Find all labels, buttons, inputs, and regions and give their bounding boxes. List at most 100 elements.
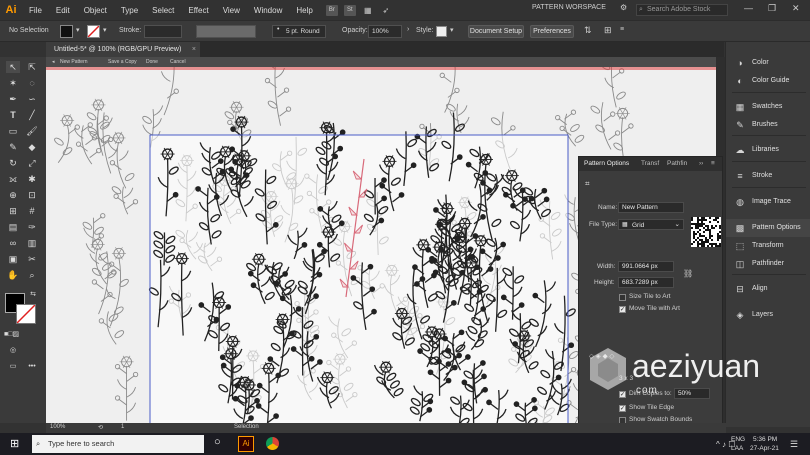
illustrator-taskbar-icon[interactable]: Ai [238, 436, 254, 452]
brush-definition-dropdown[interactable]: • 5 pt. Round [272, 25, 326, 38]
rectangle-tool-icon[interactable]: ▭ [6, 125, 20, 137]
draw-mode-icon[interactable]: ◎ [6, 345, 20, 357]
type-tool-icon[interactable]: T [6, 109, 20, 121]
tile-tool-icon[interactable]: ⌗ [585, 179, 590, 189]
dock-item-pattern-options[interactable]: ▩ Pattern Options [726, 219, 810, 237]
fill-swatch[interactable] [60, 25, 73, 38]
stock-search-input[interactable]: ⌕ Search Adobe Stock [636, 4, 728, 16]
save-copy-button[interactable]: Save a Copy [108, 59, 137, 65]
eyedropper-tool-icon[interactable]: ✑ [25, 221, 39, 233]
arrange-documents-icon[interactable]: ⇅ [584, 25, 592, 36]
menu-object[interactable]: Object [77, 6, 114, 15]
rotate-tool-icon[interactable]: ↻ [6, 157, 20, 169]
settings-icon[interactable]: ⚙ [620, 3, 627, 12]
tab-pathfinder[interactable]: Pathfin [667, 160, 687, 167]
dock-item-color[interactable]: ◑ Color [726, 54, 810, 72]
perspective-tool-icon[interactable]: ⊞ [6, 205, 20, 217]
done-button[interactable]: Done [146, 59, 158, 65]
link-icon[interactable]: ⛓ [683, 269, 693, 278]
dock-item-swatches[interactable]: ▦ Swatches [726, 98, 810, 116]
expand-panel-icon[interactable]: ›› [699, 160, 703, 167]
pen-tool-icon[interactable]: ✒ [6, 93, 20, 105]
slice-tool-icon[interactable]: ✂ [25, 253, 39, 265]
stock-button[interactable]: St [343, 4, 356, 16]
graph-tool-icon[interactable]: ▥ [25, 237, 39, 249]
style-swatch[interactable] [436, 26, 447, 37]
show-tile-edge-checkbox[interactable]: ✓ [619, 405, 626, 412]
preferences-button[interactable]: Preferences [530, 25, 574, 38]
direct-selection-tool-icon[interactable]: ⇱ [25, 61, 39, 73]
dock-item-pathfinder[interactable]: ◫ Pathfinder [726, 255, 810, 273]
selection-tool-icon[interactable]: ↖ [6, 61, 20, 73]
dock-item-image-trace[interactable]: ◍ Image Trace [726, 193, 810, 211]
tile-type-dropdown[interactable]: ▦ Grid ⌄ [618, 219, 684, 230]
artboard-tool-icon[interactable]: ▣ [6, 253, 20, 265]
back-arrow-icon[interactable]: ◂ [52, 59, 55, 65]
variable-width-profile[interactable] [196, 25, 256, 38]
taskbar-date[interactable]: 27-Apr-21 [750, 445, 779, 452]
opacity-field[interactable]: 100% [368, 25, 402, 38]
chevron-down-icon[interactable]: ▾ [450, 26, 454, 34]
puppet-warp-tool-icon[interactable]: ✱ [25, 173, 39, 185]
close-icon[interactable]: ✕ [792, 3, 800, 14]
scale-tool-icon[interactable]: ⤢ [25, 157, 39, 169]
pattern-name-field[interactable]: New Pattern [618, 202, 684, 213]
height-field[interactable]: 683.7289 px [618, 277, 674, 288]
mesh-tool-icon[interactable]: # [25, 205, 39, 217]
align-icon[interactable]: ⊞ [604, 25, 612, 36]
document-setup-button[interactable]: Document Setup [468, 25, 524, 38]
menu-file[interactable]: File [22, 6, 49, 15]
close-tab-icon[interactable]: × [192, 42, 196, 57]
line-tool-icon[interactable]: ╱ [25, 109, 39, 121]
language-indicator[interactable]: ENG [731, 436, 745, 443]
size-tile-to-art-checkbox[interactable] [619, 294, 626, 301]
move-tile-checkbox[interactable]: ✓ [619, 306, 626, 313]
width-tool-icon[interactable]: ⟗ [6, 173, 20, 185]
chevron-down-icon[interactable]: ▾ [103, 26, 107, 34]
dock-item-transform[interactable]: ⬚ Transform [726, 237, 810, 255]
chevron-right-icon[interactable]: › [407, 26, 409, 33]
lasso-tool-icon[interactable]: ◌ [25, 77, 39, 89]
panel-menu-icon[interactable]: ≡ [711, 160, 715, 167]
stroke-color-swatch[interactable] [16, 304, 36, 324]
swap-colors-icon[interactable]: ⇆ [26, 289, 40, 301]
language-indicator-secondary[interactable]: LAA [731, 445, 743, 452]
task-view-icon[interactable]: ○ [214, 436, 221, 448]
notification-icon[interactable]: ☰ [790, 439, 798, 450]
color-mode-icon[interactable]: ■□▨ [4, 329, 19, 341]
width-field[interactable]: 991.0664 px [618, 261, 674, 272]
document-tab[interactable]: Untitled-5* @ 100% (RGB/GPU Preview) × [46, 42, 200, 57]
live-paint-tool-icon[interactable]: ⊡ [25, 189, 39, 201]
dock-item-libraries[interactable]: ☁ Libraries [726, 141, 810, 159]
menu-effect[interactable]: Effect [181, 6, 215, 15]
menu-help[interactable]: Help [289, 6, 319, 15]
dock-item-align[interactable]: ⊟ Align [726, 280, 810, 298]
windows-start-icon[interactable]: ⊞ [10, 437, 19, 450]
dock-item-color-guide[interactable]: ◐ Color Guide [726, 72, 810, 90]
arrange-icon[interactable]: ▦ [362, 5, 374, 16]
zoom-level[interactable]: 100% [50, 424, 65, 430]
menu-view[interactable]: View [216, 6, 247, 15]
panel-menu-icon[interactable]: ≡ [620, 26, 624, 33]
cancel-button[interactable]: Cancel [170, 59, 186, 65]
shaper-tool-icon[interactable]: ✎ [6, 141, 20, 153]
minimize-icon[interactable]: — [744, 3, 753, 13]
dock-item-stroke[interactable]: ≡ Stroke [726, 167, 810, 185]
menu-window[interactable]: Window [247, 6, 289, 15]
artboard-number[interactable]: 1 [121, 424, 124, 430]
blend-tool-icon[interactable]: ∞ [6, 237, 20, 249]
menu-type[interactable]: Type [114, 6, 145, 15]
paintbrush-tool-icon[interactable]: 🖌 [25, 125, 39, 137]
taskbar-time[interactable]: 5:36 PM [753, 436, 777, 443]
chevron-down-icon[interactable]: ▾ [76, 26, 80, 34]
stroke-weight-field[interactable] [144, 25, 182, 38]
menu-select[interactable]: Select [145, 6, 181, 15]
dock-item-brushes[interactable]: ✎ Brushes [726, 116, 810, 134]
brush-tip-icon[interactable]: ➶ [380, 5, 392, 16]
chrome-taskbar-icon[interactable] [266, 437, 279, 450]
stroke-swatch[interactable] [87, 25, 100, 38]
bridge-button[interactable]: Br [325, 4, 338, 16]
zoom-tool-icon[interactable]: ⌕ [25, 269, 39, 281]
workspace-switcher[interactable]: PATTERN WORSPACE [532, 4, 606, 11]
maximize-icon[interactable]: ❐ [768, 3, 776, 14]
